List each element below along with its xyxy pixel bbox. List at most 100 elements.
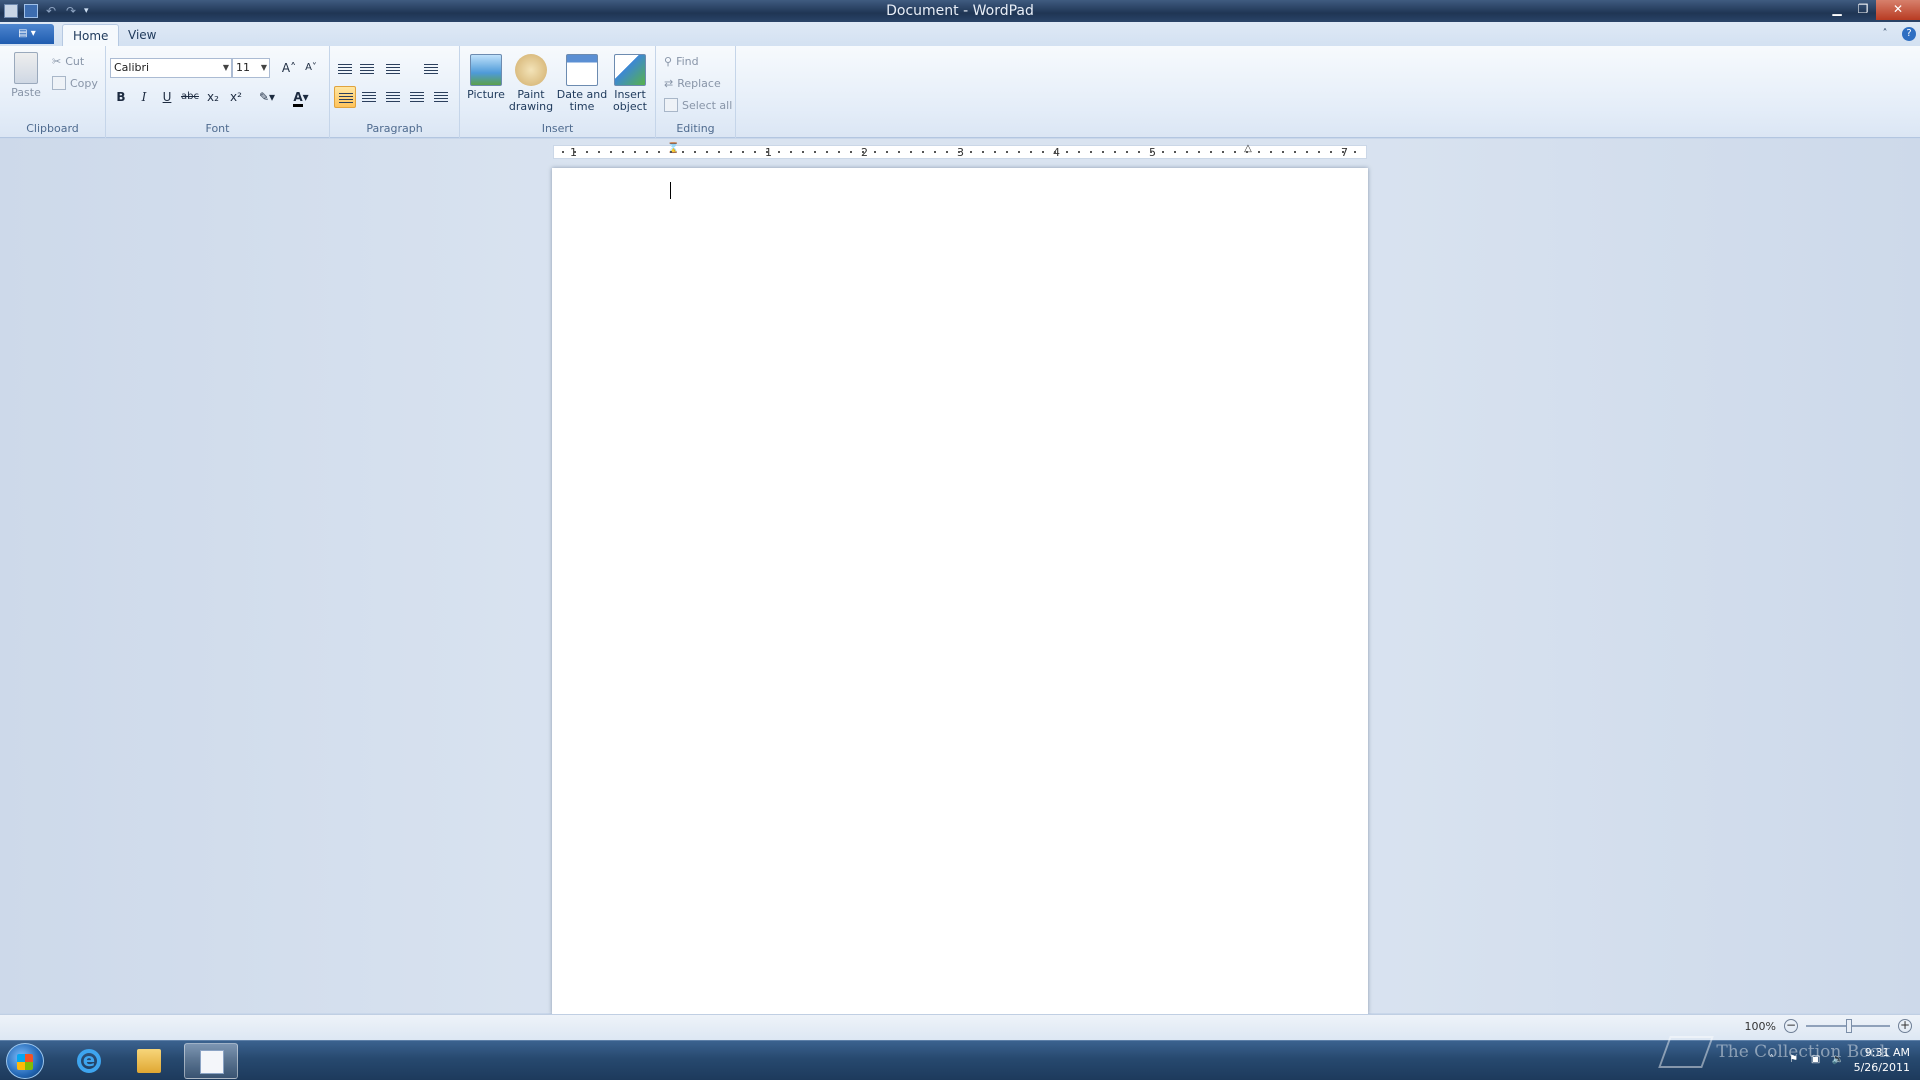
ruler-tick — [946, 151, 948, 153]
zoom-controls: 100% − + — [1745, 1019, 1912, 1033]
watermark-text: The Collection Book — [1716, 1042, 1890, 1062]
watermark: The Collection Book — [1658, 1036, 1890, 1068]
strikethrough-button[interactable]: abc — [179, 86, 201, 108]
copy-label: Copy — [70, 76, 98, 90]
zoom-slider-thumb[interactable] — [1846, 1019, 1852, 1033]
shrink-font-button[interactable]: A˅ — [300, 57, 322, 79]
select-all-label: Select all — [682, 98, 733, 112]
date-time-button[interactable]: Date and time — [556, 54, 608, 113]
replace-button[interactable]: ⇄ Replace — [664, 74, 721, 92]
help-icon[interactable]: ? — [1902, 27, 1916, 41]
calendar-icon — [566, 54, 598, 86]
paint-drawing-button[interactable]: Paint drawing — [506, 54, 556, 113]
ruler-tick — [1354, 151, 1356, 153]
ruler-tick — [850, 151, 852, 153]
ruler-tick — [922, 151, 924, 153]
ruler-tick — [1042, 151, 1044, 153]
minimize-button[interactable]: ▁ — [1824, 0, 1850, 20]
ruler-tick — [1066, 151, 1068, 153]
zoom-level: 100% — [1744, 1019, 1776, 1033]
superscript-button[interactable]: x² — [225, 86, 247, 108]
grow-font-button[interactable]: A˄ — [278, 57, 300, 79]
right-indent-marker[interactable]: △ — [1243, 143, 1253, 163]
zoom-slider[interactable] — [1806, 1019, 1890, 1033]
font-family-select[interactable]: Calibri ▼ — [110, 58, 232, 78]
font-family-value: Calibri — [114, 61, 150, 74]
align-left-button[interactable] — [334, 86, 356, 108]
taskbar-file-explorer[interactable] — [122, 1043, 176, 1079]
ruler-tick — [814, 151, 816, 153]
object-icon — [614, 54, 646, 86]
select-all-icon — [664, 98, 678, 112]
zoom-out-button[interactable]: − — [1784, 1019, 1798, 1033]
find-button[interactable]: ⚲ Find — [664, 52, 699, 70]
subscript-button[interactable]: x₂ — [202, 86, 224, 108]
ruler-tick — [1306, 151, 1308, 153]
ruler-tick — [646, 151, 648, 153]
cut-label: Cut — [65, 54, 85, 68]
editing-group-label: Editing — [676, 122, 715, 135]
ruler-tick — [598, 151, 600, 153]
ruler-tick — [730, 151, 732, 153]
application-menu-button[interactable]: ▤ ▾ — [0, 24, 54, 44]
windows-logo-icon — [17, 1054, 33, 1070]
ruler-tick — [970, 151, 972, 153]
text-color-button[interactable]: A▾ — [286, 86, 316, 108]
taskbar-wordpad[interactable] — [184, 1043, 238, 1079]
paste-button[interactable]: Paste — [8, 52, 44, 99]
text-cursor — [670, 182, 671, 199]
bold-button[interactable]: B — [110, 86, 132, 108]
align-center-button[interactable] — [358, 86, 380, 108]
italic-button[interactable]: I — [133, 86, 155, 108]
ruler-tick — [1162, 151, 1164, 153]
start-button[interactable] — [6, 1043, 44, 1079]
ruler[interactable]: 1 ⌛ 1 2 3 4 5 △ 7 — [553, 143, 1367, 159]
tab-home[interactable]: Home — [62, 24, 120, 46]
ruler-tick — [910, 151, 912, 153]
folder-icon — [137, 1049, 161, 1073]
paint-drawing-label: Paint drawing — [508, 88, 554, 113]
bullets-button[interactable] — [382, 58, 412, 80]
minimize-ribbon-icon[interactable]: ˄ — [1878, 27, 1892, 41]
document-page[interactable] — [552, 168, 1368, 1014]
ruler-tick — [778, 151, 780, 153]
maximize-button[interactable]: ❐ — [1850, 0, 1876, 20]
internet-explorer-icon: e — [77, 1049, 101, 1073]
text-color-icon: A — [293, 90, 303, 107]
justify-button[interactable] — [406, 86, 428, 108]
select-all-button[interactable]: Select all — [664, 96, 732, 114]
taskbar-internet-explorer[interactable]: e — [62, 1043, 116, 1079]
ruler-tick — [670, 151, 672, 153]
line-spacing-button[interactable] — [420, 58, 450, 80]
ruler-tick — [754, 151, 756, 153]
close-button[interactable]: ✕ — [1876, 0, 1920, 20]
picture-button[interactable]: Picture — [464, 54, 508, 101]
decrease-indent-icon — [338, 64, 352, 74]
copy-button[interactable]: Copy — [52, 74, 98, 92]
increase-indent-button[interactable] — [356, 58, 378, 80]
ruler-tick — [802, 151, 804, 153]
font-size-select[interactable]: 11 ▼ — [232, 58, 270, 78]
first-line-indent-marker[interactable]: ⌛ — [667, 143, 679, 163]
cut-button[interactable]: ✂ Cut — [52, 52, 84, 70]
ruler-tick — [622, 151, 624, 153]
window-controls: ▁ ❐ ✕ — [1824, 0, 1920, 20]
align-right-button[interactable] — [382, 86, 404, 108]
date-time-label: Date and time — [556, 88, 608, 113]
ruler-tick — [1174, 151, 1176, 153]
decrease-indent-button[interactable] — [334, 58, 356, 80]
font-group-label: Font — [205, 122, 230, 135]
paragraph-group: Paragraph — [330, 46, 460, 138]
highlight-color-button[interactable]: ✎▾ — [252, 86, 282, 108]
replace-icon: ⇄ — [664, 76, 674, 90]
zoom-in-button[interactable]: + — [1898, 1019, 1912, 1033]
picture-icon — [470, 54, 502, 86]
underline-button[interactable]: U — [156, 86, 178, 108]
clipboard-group-label: Clipboard — [26, 122, 79, 135]
ruler-tick — [658, 151, 660, 153]
tab-view[interactable]: View — [118, 24, 166, 46]
paragraph-settings-button[interactable] — [430, 86, 452, 108]
ruler-tick — [694, 151, 696, 153]
insert-object-button[interactable]: Insert object — [608, 54, 652, 113]
ruler-tick — [1294, 151, 1296, 153]
